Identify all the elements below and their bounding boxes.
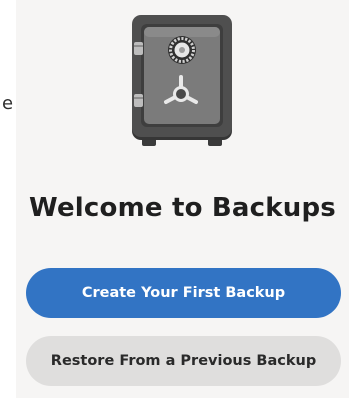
safe-icon xyxy=(128,12,236,150)
page-title: Welcome to Backups xyxy=(29,193,336,223)
restore-previous-backup-button[interactable]: Restore From a Previous Backup xyxy=(26,336,341,386)
clipped-side-text: e xyxy=(2,93,14,114)
create-first-backup-button[interactable]: Create Your First Backup xyxy=(26,268,341,318)
